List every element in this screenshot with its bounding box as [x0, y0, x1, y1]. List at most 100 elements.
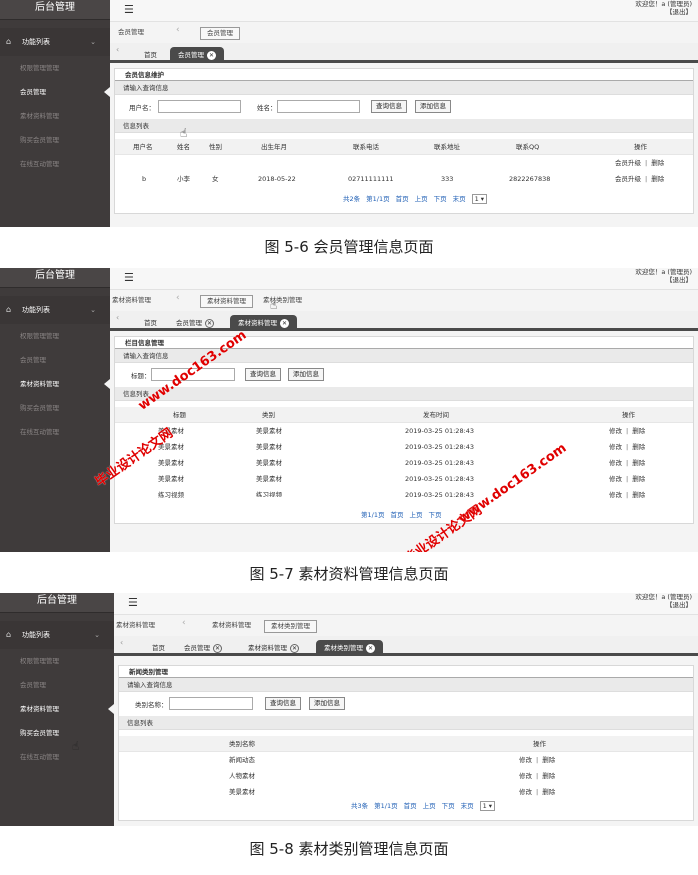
delete-link[interactable]: 删除 — [632, 475, 645, 483]
pager-prev[interactable]: 上页 — [423, 802, 436, 810]
edit-link[interactable]: 修改 — [519, 772, 532, 780]
menu-icon[interactable]: ☰ — [128, 596, 138, 609]
delete-link[interactable]: 删除 — [632, 491, 645, 499]
username-input[interactable] — [158, 100, 241, 113]
delete-link[interactable]: 删除 — [542, 756, 555, 764]
logout-link[interactable]: 【退出】 — [635, 601, 692, 609]
category-input[interactable] — [169, 697, 253, 710]
close-icon[interactable]: ✕ — [207, 51, 216, 60]
close-icon[interactable]: ✕ — [205, 319, 214, 328]
tab-home[interactable]: 首页 — [136, 315, 165, 331]
pager-page: 第1/1页 — [374, 802, 398, 810]
tab-materials[interactable]: 素材资料管理 ✕ — [230, 315, 297, 331]
pager-last[interactable]: 末页 — [461, 802, 474, 810]
sidebar-item-members[interactable]: 会员管理 — [0, 80, 110, 104]
pager-prev[interactable]: 上页 — [415, 195, 428, 203]
edit-link[interactable]: 修改 — [609, 443, 622, 451]
name-input[interactable] — [277, 100, 360, 113]
logout-link[interactable]: 【退出】 — [635, 8, 692, 16]
chevron-left-icon[interactable]: ‹ — [176, 25, 180, 35]
page-select[interactable]: 1 ▾ — [479, 801, 496, 811]
edit-link[interactable]: 修改 — [609, 491, 622, 499]
pager-first[interactable]: 首页 — [396, 195, 409, 203]
add-button[interactable]: 添加信息 — [415, 100, 451, 113]
pager-next[interactable]: 下页 — [434, 195, 447, 203]
upgrade-link[interactable]: 会员升级 — [615, 175, 641, 183]
sidebar-item-materials[interactable]: 素材资料管理 — [0, 104, 110, 128]
edit-link[interactable]: 修改 — [609, 459, 622, 467]
edit-link[interactable]: 修改 — [609, 427, 622, 435]
breadcrumb-item[interactable]: 素材资料管理 — [116, 620, 155, 631]
menu-icon[interactable]: ☰ — [124, 3, 134, 16]
pager-prev[interactable]: 上页 — [409, 511, 422, 519]
menu-icon[interactable]: ☰ — [124, 271, 134, 284]
sidebar-item-permissions[interactable]: 权限管理管理 — [0, 649, 114, 673]
breadcrumb-current[interactable]: 素材类别管理 — [264, 620, 317, 633]
sidebar-item-members[interactable]: 会员管理 — [0, 673, 114, 697]
chevron-left-icon[interactable]: ‹ — [182, 618, 186, 628]
query-button[interactable]: 查询信息 — [245, 368, 281, 381]
sidebar-item-purchases[interactable]: 购买会员管理 — [0, 128, 110, 152]
edit-link[interactable]: 修改 — [519, 788, 532, 796]
breadcrumb-current[interactable]: 会员管理 — [200, 27, 240, 40]
sidebar-item-interaction[interactable]: 在线互动管理 — [0, 152, 110, 176]
page-select[interactable]: 1 ▾ — [471, 194, 488, 204]
tab-members[interactable]: 会员管理 ✕ — [176, 640, 230, 656]
edit-link[interactable]: 修改 — [519, 756, 532, 764]
add-button[interactable]: 添加信息 — [309, 697, 345, 710]
close-icon[interactable]: ✕ — [290, 644, 299, 653]
tab-members[interactable]: 会员管理 ✕ — [170, 47, 224, 63]
sidebar-item-materials[interactable]: 素材资料管理 — [0, 372, 110, 396]
query-button[interactable]: 查询信息 — [265, 697, 301, 710]
sidebar-item-purchases[interactable]: 购买会员管理 — [0, 721, 114, 745]
chevron-left-icon[interactable]: ‹ — [116, 313, 119, 322]
pager-first[interactable]: 首页 — [404, 802, 417, 810]
tab-home[interactable]: 首页 — [136, 47, 165, 63]
cell-gender: 女 — [212, 175, 219, 183]
delete-link[interactable]: 删除 — [651, 159, 664, 167]
sidebar-item-permissions[interactable]: 权限管理管理 — [0, 56, 110, 80]
add-button[interactable]: 添加信息 — [288, 368, 324, 381]
sidebar-item-permissions[interactable]: 权限管理管理 — [0, 324, 110, 348]
close-icon[interactable]: ✕ — [213, 644, 222, 653]
close-icon[interactable]: ✕ — [366, 644, 375, 653]
delete-link[interactable]: 删除 — [542, 788, 555, 796]
sidebar-item-materials[interactable]: 素材资料管理 — [0, 697, 114, 721]
pager-first[interactable]: 首页 — [390, 511, 403, 519]
delete-link[interactable]: 删除 — [632, 459, 645, 467]
pager-next[interactable]: 下页 — [428, 511, 441, 519]
welcome-area: 欢迎您！a (管理员) 【退出】 — [635, 593, 692, 609]
edit-link[interactable]: 修改 — [609, 475, 622, 483]
breadcrumb-item[interactable]: 素材资料管理 — [212, 620, 251, 631]
tab-materials[interactable]: 素材资料管理 ✕ — [240, 640, 307, 656]
sidebar-group[interactable]: ⌂ 功能列表 ⌄ — [0, 28, 110, 56]
delete-link[interactable]: 删除 — [542, 772, 555, 780]
breadcrumb-item[interactable]: 素材资料管理 — [112, 295, 151, 306]
chevron-left-icon[interactable]: ‹ — [176, 293, 180, 303]
sidebar-group[interactable]: ⌂ 功能列表 ⌄ — [0, 621, 114, 649]
tab-categories[interactable]: 素材类别管理 ✕ — [316, 640, 383, 656]
pager-last[interactable]: 末页 — [453, 195, 466, 203]
sidebar-item-interaction[interactable]: 在线互动管理 — [0, 745, 114, 769]
sidebar-item-purchases[interactable]: 购买会员管理 — [0, 396, 110, 420]
breadcrumb-current[interactable]: 素材类别管理 — [263, 295, 302, 306]
row-ops: 修改 | 删除 — [519, 788, 556, 796]
sidebar-item-members[interactable]: 会员管理 — [0, 348, 110, 372]
tab-members[interactable]: 会员管理 ✕ — [168, 315, 222, 331]
sidebar-item-interaction[interactable]: 在线互动管理 — [0, 420, 110, 444]
upgrade-link[interactable]: 会员升级 — [615, 159, 641, 167]
tab-home[interactable]: 首页 — [144, 640, 173, 656]
pager-next[interactable]: 下页 — [442, 802, 455, 810]
logout-link[interactable]: 【退出】 — [635, 276, 692, 284]
sidebar-group[interactable]: ⌂ 功能列表 ⌄ — [0, 296, 110, 324]
delete-link[interactable]: 删除 — [651, 175, 664, 183]
chevron-left-icon[interactable]: ‹ — [116, 45, 119, 54]
chevron-left-icon[interactable]: ‹ — [120, 638, 123, 647]
breadcrumb-item[interactable]: 素材资料管理 — [200, 295, 253, 308]
delete-link[interactable]: 删除 — [632, 443, 645, 451]
close-icon[interactable]: ✕ — [280, 319, 289, 328]
title-input[interactable] — [151, 368, 235, 381]
delete-link[interactable]: 删除 — [632, 427, 645, 435]
breadcrumb-item[interactable]: 会员管理 — [118, 27, 144, 38]
query-button[interactable]: 查询信息 — [371, 100, 407, 113]
